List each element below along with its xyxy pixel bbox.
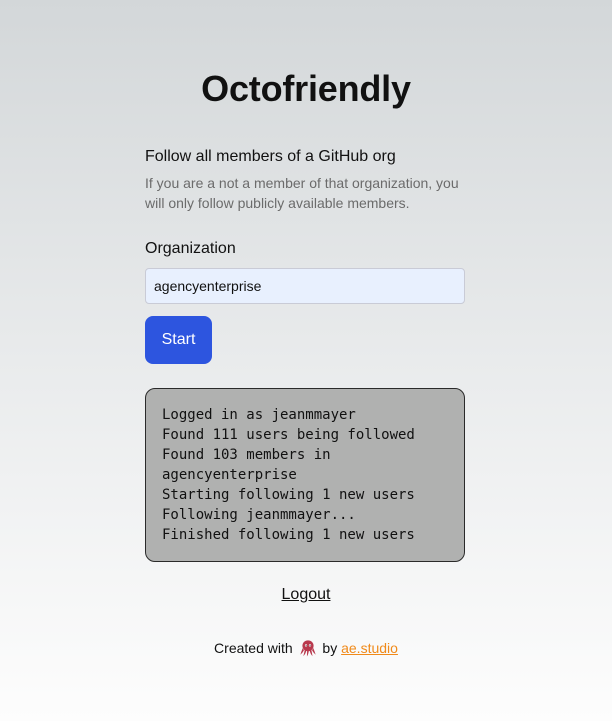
footer: Created with by ae.studio [0, 638, 612, 658]
page-title: Octofriendly [201, 68, 411, 109]
logout-link[interactable]: Logout [282, 586, 331, 603]
log-output: Logged in as jeanmmayer Found 111 users … [145, 388, 465, 562]
ae-studio-link[interactable]: ae.studio [341, 640, 398, 656]
log-line: Finished following 1 new users [162, 527, 415, 543]
footer-prefix: Created with [214, 640, 293, 656]
log-line: Found 103 members in agencyenterprise [162, 447, 331, 483]
log-line: Starting following 1 new users [162, 487, 415, 503]
log-line: Found 111 users being followed [162, 427, 415, 443]
footer-by: by [322, 640, 338, 656]
start-button[interactable]: Start [145, 316, 212, 364]
log-line: Following jeanmmayer... [162, 507, 356, 523]
page: Octofriendly Follow all members of a Git… [0, 0, 612, 721]
octopus-icon [299, 640, 316, 657]
page-description: If you are a not a member of that organi… [145, 175, 459, 211]
logout-container: Logout [0, 585, 612, 605]
log-line: Logged in as jeanmmayer [162, 407, 356, 423]
page-subtitle: Follow all members of a GitHub org [145, 148, 396, 165]
organization-input[interactable] [145, 268, 465, 304]
organization-label: Organization [145, 240, 236, 257]
